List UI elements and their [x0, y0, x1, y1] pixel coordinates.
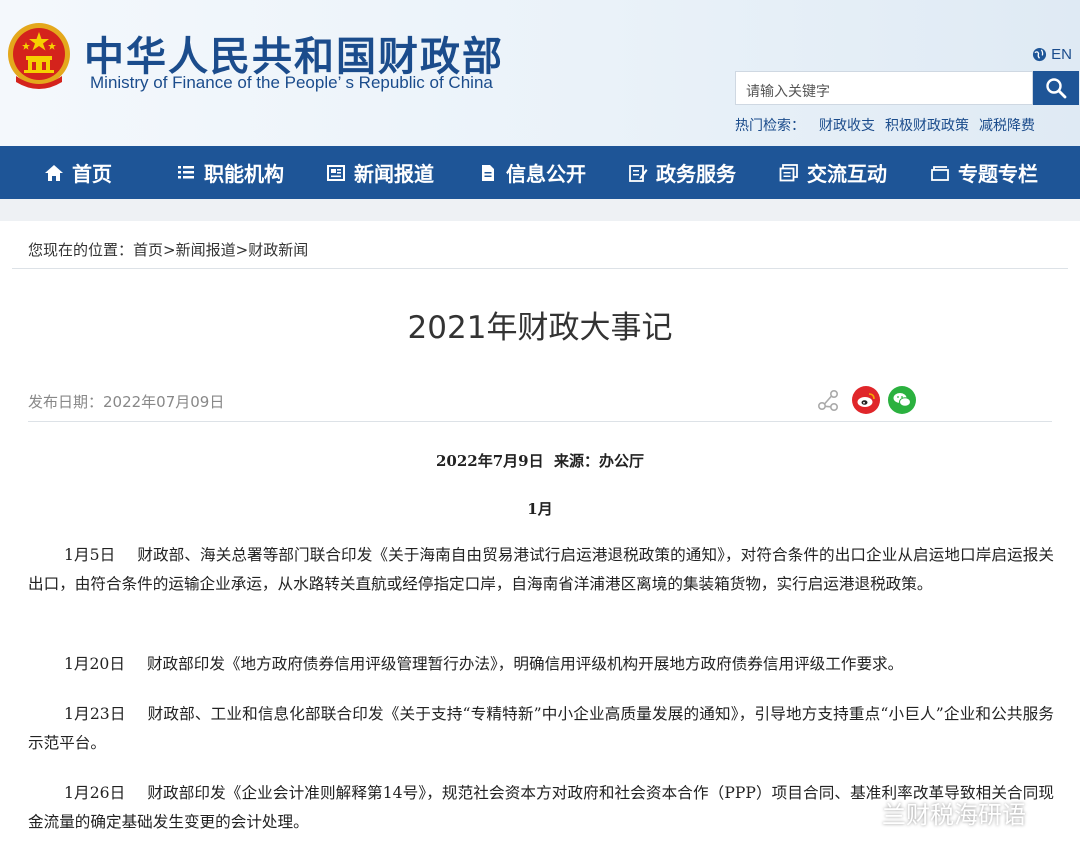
hot-search: 热门检索： 财政收支 积极财政政策 减税降费 [735, 115, 1035, 135]
language-label: EN [1051, 46, 1072, 63]
nav-item-label: 专题专栏 [958, 162, 1038, 186]
breadcrumb-item-finance-news[interactable]: 财政新闻 [248, 241, 308, 259]
main-nav: 首页 职能机构 新闻报道 信息公开 政务服务 交流互动 专题专栏 [0, 146, 1080, 199]
site-subtitle: Ministry of Finance of the People’ s Rep… [90, 73, 493, 92]
hot-search-label: 热门检索： [735, 118, 805, 134]
breadcrumb-separator: > [235, 241, 249, 259]
nav-item-label: 交流互动 [807, 162, 887, 186]
share-icon[interactable] [814, 386, 842, 414]
divider [12, 268, 1068, 269]
article-source: 2022年7月9日 来源：办公厅 [435, 452, 645, 470]
event-date: 1月23日 [64, 705, 126, 723]
language-switch[interactable]: EN [1032, 46, 1072, 63]
news-icon [327, 164, 345, 181]
breadcrumb-separator: > [163, 241, 176, 259]
hot-search-item[interactable]: 积极财政政策 [885, 115, 969, 135]
hot-search-item[interactable]: 减税降费 [979, 115, 1035, 135]
watermark-text: 兰财税海研语 [882, 801, 1026, 829]
divider-band [0, 199, 1080, 221]
edit-icon [629, 164, 648, 182]
event-text: 财政部、工业和信息化部联合印发《关于支持“专精特新”中小企业高质量发展的通知》，… [28, 705, 1055, 752]
site-header: 中华人民共和国财政部 Ministry of Finance of the Pe… [0, 0, 1080, 146]
search-icon [1046, 78, 1067, 99]
divider [28, 421, 1052, 422]
weibo-share-icon[interactable] [852, 386, 880, 414]
article-title: 2021年财政大事记 [407, 310, 673, 346]
event-entry: 1月20日 财政部印发《地方政府债券信用评级管理暂行办法》，明确信用评级机构开展地… [28, 650, 1054, 679]
wechat-watermark-icon [839, 799, 872, 825]
wechat-share-icon[interactable] [888, 386, 916, 414]
nav-item-label: 信息公开 [506, 162, 586, 186]
nav-item-special-topics[interactable]: 专题专栏 [930, 146, 1038, 199]
globe-icon [1033, 47, 1047, 62]
publish-date: 发布日期：2022年07月09日 [28, 393, 225, 411]
national-emblem-icon [8, 23, 70, 89]
chat-icon [779, 163, 798, 181]
nav-item-interaction[interactable]: 交流互动 [779, 146, 887, 199]
event-text: 财政部印发《地方政府债券信用评级管理暂行办法》，明确信用评级机构开展地方政府债券… [146, 655, 904, 673]
share-bar [814, 386, 916, 414]
nav-item-services[interactable]: 政务服务 [628, 146, 736, 199]
list-icon [178, 165, 194, 178]
search-button[interactable] [1033, 71, 1079, 105]
nav-item-home[interactable]: 首页 [44, 146, 112, 199]
breadcrumb-item-news[interactable]: 新闻报道 [176, 241, 236, 259]
home-icon [45, 164, 63, 181]
nav-item-label: 新闻报道 [354, 162, 434, 186]
nav-item-info-disclosure[interactable]: 信息公开 [478, 146, 586, 199]
event-date: 1月5日 [64, 546, 116, 564]
event-text: 财政部、海关总署等部门联合印发《关于海南自由贸易港试行启运港退税政策的通知》，对… [28, 546, 1055, 593]
nav-item-agencies[interactable]: 职能机构 [176, 146, 284, 199]
nav-item-label: 职能机构 [204, 162, 284, 186]
search-input[interactable]: 请输入关键字 [735, 71, 1033, 105]
breadcrumb-item-home[interactable]: 首页 [133, 241, 163, 259]
hot-search-item[interactable]: 财政收支 [819, 115, 875, 135]
event-date: 1月26日 [64, 784, 126, 802]
folder-icon [931, 165, 949, 181]
event-entry: 1月23日 财政部、工业和信息化部联合印发《关于支持“专精特新”中小企业高质量发展… [28, 700, 1054, 758]
nav-item-label: 政务服务 [656, 162, 736, 186]
month-heading: 1月 [527, 500, 553, 518]
event-date: 1月20日 [64, 655, 125, 673]
breadcrumb-prefix: 您现在的位置： [28, 241, 134, 259]
nav-item-news[interactable]: 新闻报道 [326, 146, 434, 199]
event-entry: 1月5日 财政部、海关总署等部门联合印发《关于海南自由贸易港试行启运港退税政策的通… [28, 541, 1054, 599]
watermark: 兰财税海研语 [838, 795, 1026, 830]
nav-item-label: 首页 [72, 162, 112, 186]
document-icon [482, 164, 494, 181]
breadcrumb: 您现在的位置：首页>新闻报道>财政新闻 [28, 239, 308, 260]
